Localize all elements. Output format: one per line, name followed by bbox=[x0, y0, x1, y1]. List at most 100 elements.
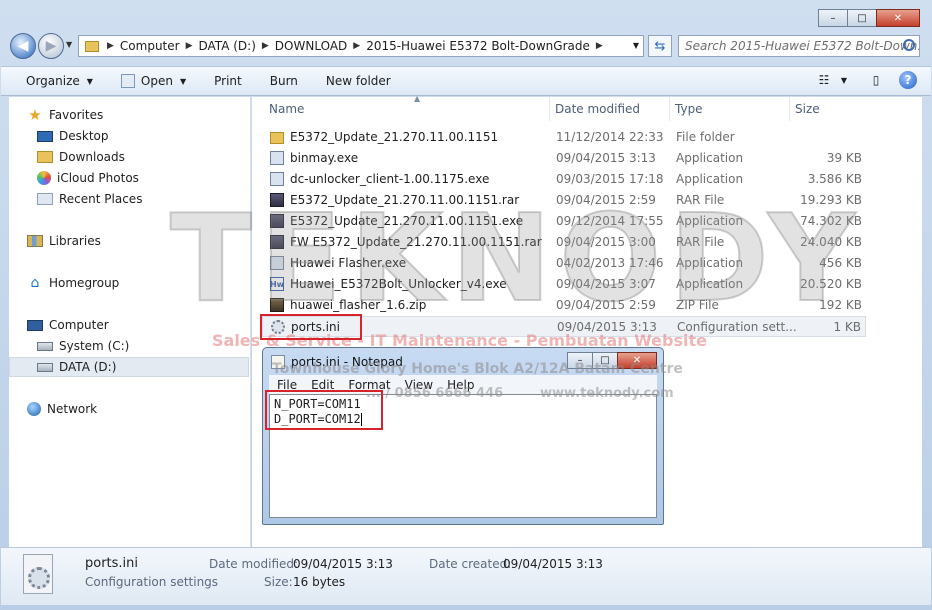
search-icon[interactable] bbox=[903, 39, 915, 51]
sidebar-item-network[interactable]: Network bbox=[27, 399, 97, 419]
details-size: 16 bytes bbox=[293, 575, 346, 589]
file-date: 04/02/2013 17:46 bbox=[556, 256, 664, 270]
settings-file-icon bbox=[23, 554, 53, 594]
breadcrumb-separator[interactable]: ▶ bbox=[262, 41, 269, 51]
recent-pages-dropdown[interactable]: ▼ bbox=[66, 40, 72, 49]
window-controls: – □ ✕ bbox=[818, 9, 920, 27]
column-header-type[interactable]: Type bbox=[670, 97, 790, 121]
close-button[interactable]: ✕ bbox=[876, 9, 920, 27]
table-row[interactable]: E5372_Update_21.270.11.00.1151.rar 09/04… bbox=[262, 190, 866, 211]
sidebar-item-desktop[interactable]: Desktop bbox=[37, 126, 109, 146]
details-filetype: Configuration settings bbox=[85, 575, 219, 589]
chevron-down-icon[interactable]: ▼ bbox=[180, 77, 186, 86]
breadcrumb-separator[interactable]: ▶ bbox=[353, 41, 360, 51]
star-icon: ★ bbox=[28, 106, 42, 124]
refresh-button[interactable]: ⇆ bbox=[648, 35, 672, 57]
details-date-modified-label: Date modified: bbox=[209, 557, 299, 571]
explorer-window: – □ ✕ ◀ ▶ ▼ ▶ Computer ▶ DATA (D:) ▶ DOW… bbox=[0, 0, 932, 610]
organize-button[interactable]: Organize ▼ bbox=[26, 74, 93, 88]
minimize-button[interactable]: – bbox=[818, 9, 848, 27]
notepad-maximize-button[interactable]: □ bbox=[592, 352, 618, 369]
file-size: 3.586 KB bbox=[807, 172, 862, 186]
burn-button[interactable]: Burn bbox=[270, 74, 298, 88]
file-date: 09/04/2015 3:13 bbox=[557, 320, 657, 334]
file-size: 20.520 KB bbox=[800, 277, 862, 291]
help-icon[interactable]: ? bbox=[899, 71, 917, 89]
file-date: 09/04/2015 2:59 bbox=[556, 298, 656, 312]
views-icon[interactable]: ☷ bbox=[815, 72, 833, 88]
sidebar-item-system-drive[interactable]: System (C:) bbox=[37, 336, 129, 356]
breadcrumb-download[interactable]: DOWNLOAD bbox=[275, 39, 347, 53]
notepad-window: ports.ini - Notepad – □ ✕ File Edit Form… bbox=[262, 347, 664, 525]
search-placeholder: Search 2015-Huawei E5372 Bolt-Down... bbox=[685, 39, 920, 53]
table-row[interactable]: huawei_flasher_1.6.zip 09/04/2015 2:59 Z… bbox=[262, 295, 866, 316]
file-date: 09/04/2015 2:59 bbox=[556, 193, 656, 207]
sidebar-item-favorites[interactable]: ★ Favorites bbox=[27, 105, 103, 125]
breadcrumb-computer[interactable]: Computer bbox=[120, 39, 180, 53]
breadcrumb-separator[interactable]: ▶ bbox=[596, 41, 603, 51]
print-button[interactable]: Print bbox=[214, 74, 242, 88]
desktop-icon bbox=[37, 130, 53, 142]
details-date-modified: 09/04/2015 3:13 bbox=[293, 557, 393, 571]
open-button[interactable]: Open ▼ bbox=[120, 74, 186, 88]
table-row[interactable]: Hw Huawei_E5372Bolt_Unlocker_v4.exe 09/0… bbox=[262, 274, 866, 295]
breadcrumb-separator[interactable]: ▶ bbox=[107, 41, 114, 51]
new-folder-button[interactable]: New folder bbox=[326, 74, 391, 88]
preview-pane-icon[interactable]: ▯ bbox=[867, 72, 885, 88]
highlight-box-file bbox=[260, 314, 362, 340]
table-row[interactable]: FW E5372_Update_21.270.11.00.1151.rar 09… bbox=[262, 232, 866, 253]
drive-icon bbox=[37, 341, 53, 351]
notepad-minimize-button[interactable]: – bbox=[567, 352, 593, 369]
sidebar-item-icloud-photos[interactable]: iCloud Photos bbox=[37, 168, 139, 188]
menu-help[interactable]: Help bbox=[447, 378, 474, 392]
breadcrumb-separator[interactable]: ▶ bbox=[186, 41, 193, 51]
forward-button[interactable]: ▶ bbox=[38, 33, 64, 59]
sidebar-item-computer[interactable]: Computer bbox=[27, 315, 109, 335]
file-date: 11/12/2014 22:33 bbox=[556, 130, 664, 144]
sidebar-item-label: Recent Places bbox=[59, 192, 143, 206]
organize-label: Organize bbox=[26, 74, 80, 88]
sidebar-item-libraries[interactable]: Libraries bbox=[27, 231, 101, 251]
icloud-photos-icon bbox=[37, 171, 51, 185]
notepad-window-controls: – □ ✕ bbox=[567, 352, 657, 369]
column-header-name[interactable]: Name ▲ bbox=[264, 94, 550, 121]
file-name: FW E5372_Update_21.270.11.00.1151.rar bbox=[290, 235, 542, 249]
notepad-close-button[interactable]: ✕ bbox=[617, 352, 657, 369]
breadcrumb-current-folder[interactable]: 2015-Huawei E5372 Bolt-DownGrade bbox=[366, 39, 590, 53]
sidebar-item-downloads[interactable]: Downloads bbox=[37, 147, 125, 167]
network-icon bbox=[27, 402, 41, 416]
sidebar-item-label: Downloads bbox=[59, 150, 125, 164]
address-bar[interactable]: ▶ Computer ▶ DATA (D:) ▶ DOWNLOAD ▶ 2015… bbox=[78, 35, 644, 57]
rar-icon bbox=[270, 214, 284, 228]
sidebar-item-label: Network bbox=[47, 402, 98, 416]
file-type: Application bbox=[676, 277, 744, 291]
table-row[interactable]: E5372_Update_21.270.11.00.1151.exe 09/12… bbox=[262, 211, 866, 232]
file-type: RAR File bbox=[676, 193, 725, 207]
menu-view[interactable]: View bbox=[405, 378, 433, 392]
maximize-button[interactable]: □ bbox=[847, 9, 877, 27]
breadcrumb-data-drive[interactable]: DATA (D:) bbox=[199, 39, 256, 53]
file-name: dc-unlocker_client-1.00.1175.exe bbox=[290, 172, 490, 186]
hw-icon: Hw bbox=[270, 277, 284, 291]
table-row[interactable]: dc-unlocker_client-1.00.1175.exe 09/03/2… bbox=[262, 169, 866, 190]
sidebar-item-data-drive[interactable]: DATA (D:) bbox=[9, 357, 249, 377]
back-button[interactable]: ◀ bbox=[10, 33, 36, 59]
sidebar-item-recent-places[interactable]: Recent Places bbox=[37, 189, 142, 209]
details-date-created-label: Date created: bbox=[429, 557, 512, 571]
table-row[interactable]: Huawei Flasher.exe 04/02/2013 17:46 Appl… bbox=[262, 253, 866, 274]
column-header-size[interactable]: Size bbox=[790, 97, 868, 121]
file-size: 24.040 KB bbox=[800, 235, 862, 249]
search-input[interactable]: Search 2015-Huawei E5372 Bolt-Down... bbox=[678, 35, 920, 57]
zip-icon bbox=[270, 298, 284, 312]
table-row[interactable]: binmay.exe 09/04/2015 3:13 Application 3… bbox=[262, 148, 866, 169]
exe-icon bbox=[270, 256, 284, 270]
sidebar-item-label: Libraries bbox=[49, 234, 101, 248]
address-dropdown[interactable]: ▼ bbox=[633, 41, 639, 50]
open-icon bbox=[120, 74, 135, 88]
column-header-date[interactable]: Date modified bbox=[550, 97, 670, 121]
chevron-down-icon[interactable]: ▼ bbox=[835, 72, 853, 88]
table-row[interactable]: E5372_Update_21.270.11.00.1151 11/12/201… bbox=[262, 127, 866, 148]
details-date-created: 09/04/2015 3:13 bbox=[503, 557, 603, 571]
file-type: ZIP File bbox=[676, 298, 719, 312]
sidebar-item-homegroup[interactable]: ⌂ Homegroup bbox=[27, 273, 120, 293]
